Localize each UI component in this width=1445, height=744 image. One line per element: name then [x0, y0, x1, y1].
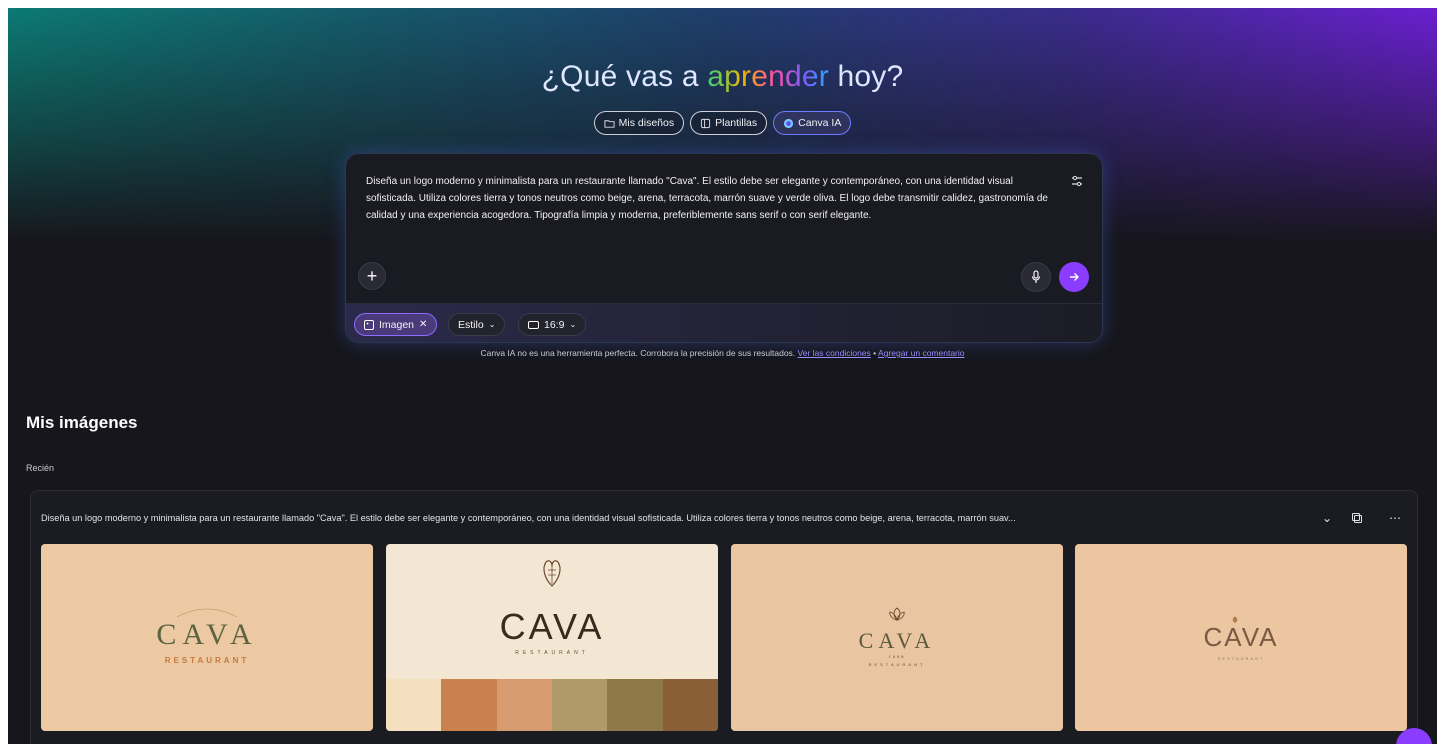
logo-subtitle: RESTAURANT — [164, 656, 250, 665]
tab-label: Canva IA — [798, 117, 842, 129]
palette-swatch — [607, 679, 663, 731]
lotus-icon — [889, 607, 905, 621]
chip-label: 16:9 — [544, 318, 565, 331]
image-type-chip[interactable]: Imagen ✕ — [354, 313, 438, 336]
generation-options-bar: Imagen ✕ Estilo ⌄ 16:9 ⌄ — [346, 303, 1102, 342]
canva-ai-icon — [784, 118, 794, 128]
generated-image-2[interactable]: CAVA RESTAURANT — [386, 544, 718, 731]
add-attachment-button[interactable]: + — [358, 262, 386, 290]
image-icon — [364, 319, 374, 330]
color-palette — [386, 679, 718, 731]
disclaimer-text: Canva IA no es una herramienta perfecta.… — [480, 348, 796, 358]
result-prompt-preview[interactable]: Diseña un logo moderno y minimalista par… — [41, 513, 1341, 523]
headline-accent-word: aprender — [707, 60, 829, 93]
separator: • — [870, 348, 879, 358]
chevron-down-icon: ⌄ — [488, 320, 496, 329]
feedback-link[interactable]: Agregar un comentario — [878, 348, 964, 358]
chip-label: Estilo — [458, 318, 484, 331]
copy-icon[interactable] — [1349, 510, 1365, 526]
section-subtitle: Recién — [26, 463, 55, 473]
generated-image-3[interactable]: CAVA 1998 RESTAURANT — [731, 544, 1063, 731]
arc-text-decoration — [176, 608, 238, 618]
prompt-textarea[interactable]: Diseña un logo moderno y minimalista par… — [366, 173, 1056, 224]
aspect-ratio-dropdown[interactable]: 16:9 ⌄ — [518, 313, 587, 336]
mode-tabs: Mis diseños Plantillas Canva IA — [8, 111, 1437, 135]
chip-label: Imagen — [379, 318, 415, 331]
page-headline: ¿Qué vas a aprender hoy? — [8, 60, 1437, 94]
app-window: ¿Qué vas a aprender hoy? Mis diseños Pla… — [8, 8, 1437, 744]
more-options-icon[interactable]: ⋯ — [1387, 510, 1403, 526]
generation-result-card: Diseña un logo moderno y minimalista par… — [30, 490, 1418, 744]
microphone-button[interactable] — [1021, 262, 1051, 292]
terms-link[interactable]: Ver las condiciones — [798, 348, 871, 358]
tab-plantillas[interactable]: Plantillas — [690, 111, 768, 135]
headline-prefix: ¿Qué vas a — [541, 60, 708, 93]
palette-swatch — [386, 679, 442, 731]
palette-swatch — [496, 679, 552, 731]
template-icon — [701, 118, 711, 128]
logo-subtitle: RESTAURANT — [1217, 656, 1265, 661]
tab-canva-ia[interactable]: Canva IA — [773, 111, 852, 135]
palette-swatch — [441, 679, 497, 731]
logo-wordmark: CAVA — [858, 628, 936, 653]
logo-subtitle: RESTAURANT — [515, 650, 589, 656]
headline-suffix: hoy? — [828, 60, 904, 93]
logo-wordmark: CAVA — [499, 606, 605, 647]
section-title: Mis imágenes — [26, 413, 138, 432]
chevron-down-icon[interactable]: ⌄ — [1319, 510, 1335, 526]
folder-icon — [604, 119, 615, 128]
ai-disclaimer: Canva IA no es una herramienta perfecta.… — [8, 348, 1437, 358]
aspect-ratio-icon — [528, 320, 539, 329]
microphone-icon — [1031, 270, 1041, 283]
grape-leaf-icon — [543, 560, 561, 587]
style-dropdown[interactable]: Estilo ⌄ — [448, 313, 506, 336]
tab-mis-disenos[interactable]: Mis diseños — [593, 111, 685, 135]
logo-year: 1998 — [888, 654, 906, 659]
generated-image-1[interactable]: CAVA RESTAURANT — [41, 544, 373, 731]
arrow-right-icon — [1070, 273, 1079, 281]
logo-wordmark: CAVA — [1203, 622, 1279, 652]
logo-subtitle: RESTAURANT — [868, 662, 926, 667]
logo-wordmark: CAVA — [156, 618, 258, 651]
send-button[interactable] — [1059, 262, 1089, 292]
plus-icon: + — [366, 265, 378, 286]
close-icon[interactable]: ✕ — [419, 319, 427, 330]
generated-image-4[interactable]: CAVA RESTAURANT — [1075, 544, 1407, 731]
tab-label: Plantillas — [715, 117, 758, 129]
tab-label: Mis diseños — [618, 117, 675, 129]
prompt-card: Diseña un logo moderno y minimalista par… — [345, 153, 1103, 343]
palette-swatch — [662, 679, 718, 731]
chevron-down-icon: ⌄ — [569, 320, 577, 329]
palette-swatch — [551, 679, 608, 731]
sliders-icon[interactable] — [1070, 174, 1084, 188]
